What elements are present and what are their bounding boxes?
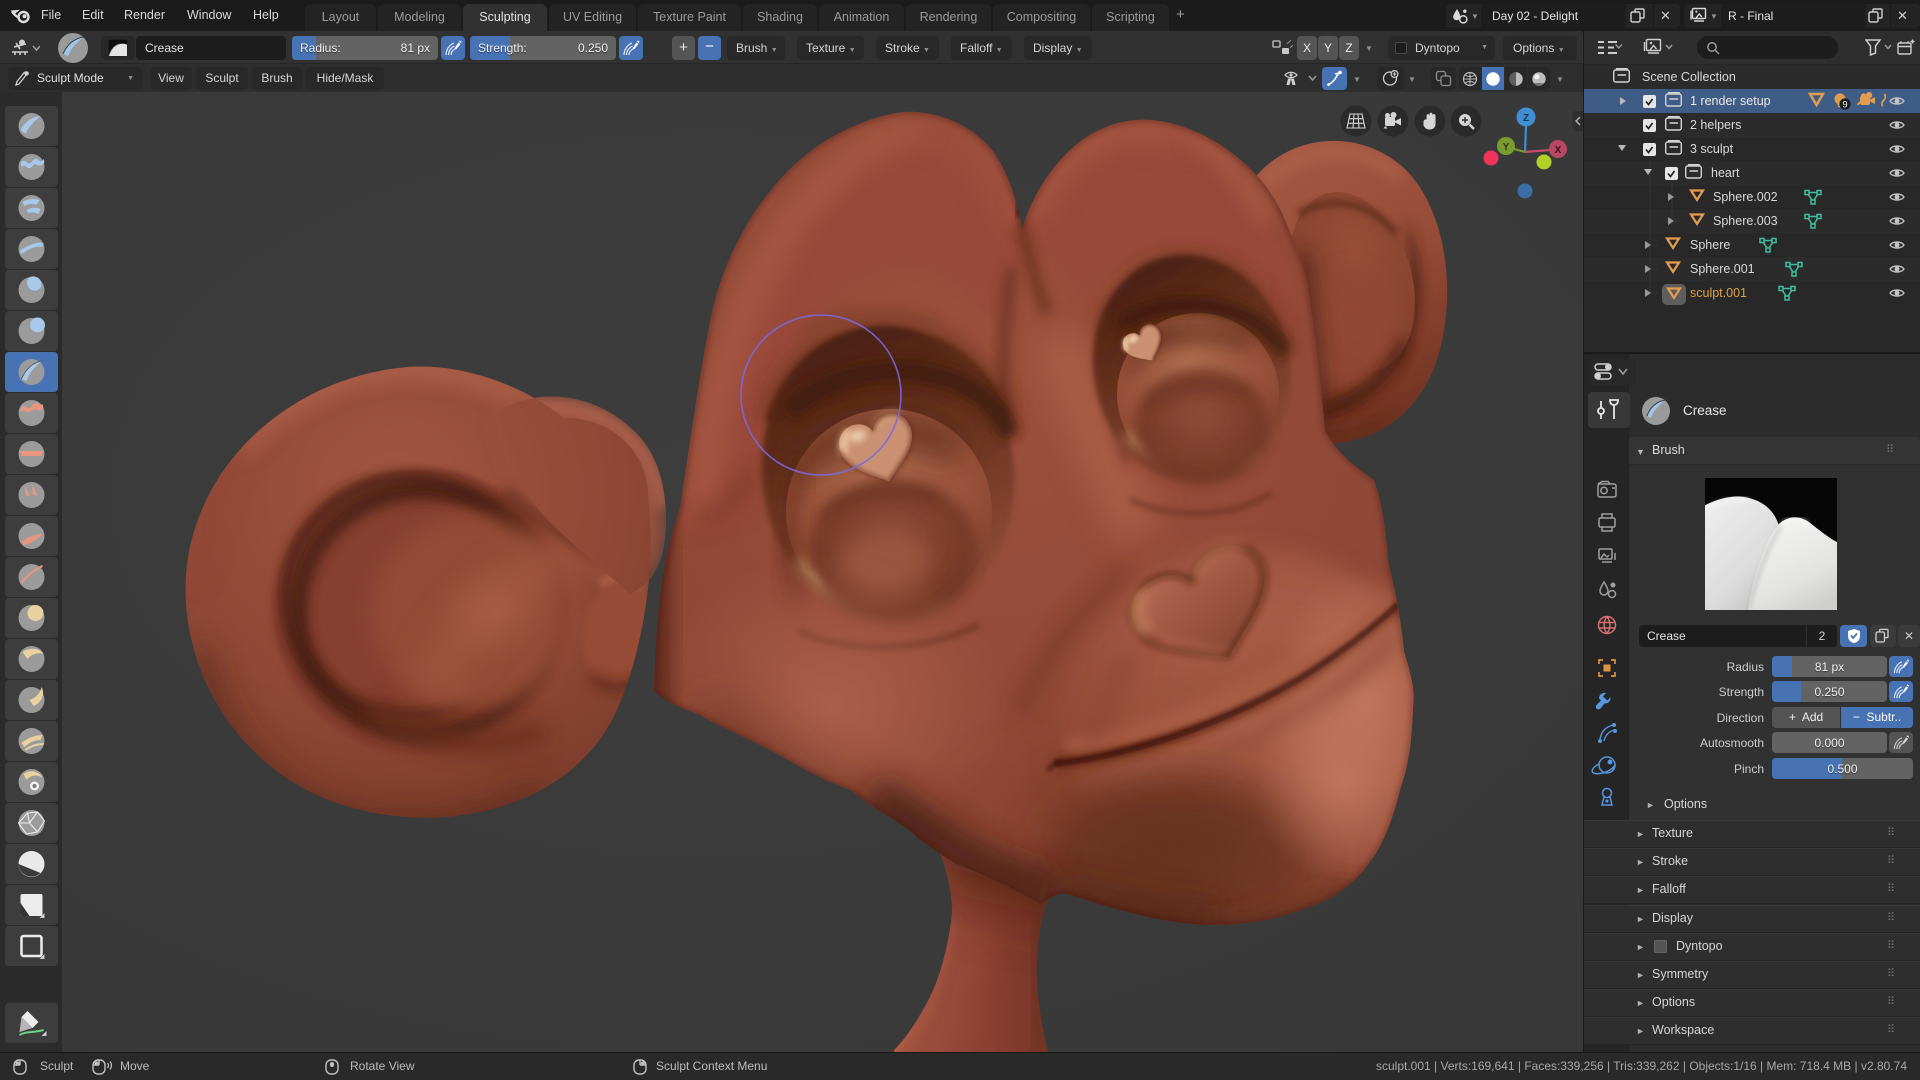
svg-text:Sphere: Sphere: [1690, 238, 1730, 252]
svg-text:sculpt.001: sculpt.001: [1690, 286, 1747, 300]
svg-text:9: 9: [1842, 100, 1847, 111]
svg-text:Scene Collection: Scene Collection: [1642, 70, 1736, 84]
svg-text:Sphere.001: Sphere.001: [1690, 262, 1755, 276]
svg-text:1 render setup: 1 render setup: [1690, 94, 1771, 108]
svg-text:3 sculpt: 3 sculpt: [1690, 142, 1734, 156]
svg-text:Y: Y: [1503, 142, 1510, 153]
svg-text:Sphere.002: Sphere.002: [1713, 190, 1778, 204]
svg-text:Z: Z: [1523, 113, 1529, 124]
svg-text:Sphere.003: Sphere.003: [1713, 214, 1778, 228]
svg-text:heart: heart: [1711, 166, 1740, 180]
svg-text:2 helpers: 2 helpers: [1690, 118, 1741, 132]
svg-text:X: X: [1555, 145, 1562, 156]
